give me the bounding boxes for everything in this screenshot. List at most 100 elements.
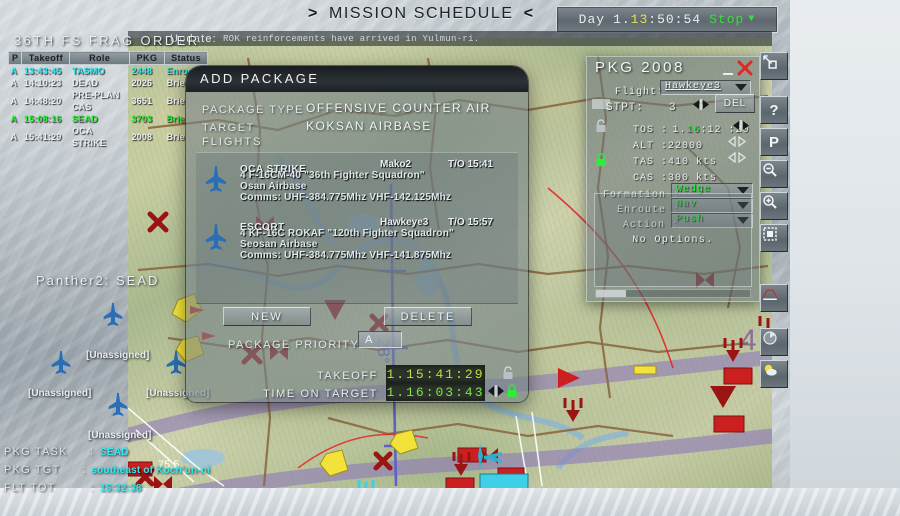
new-flight-button[interactable]: NEW: [223, 307, 311, 326]
help-glyph: ?: [769, 101, 779, 119]
frag-col-takeoff[interactable]: Takeoff: [21, 51, 71, 65]
title-right-caret: <: [523, 5, 535, 22]
frag-cell-role: TASMO: [71, 66, 105, 76]
frag-order-title: 36TH FS FRAG ORDER: [14, 33, 200, 48]
time-on-target-field[interactable]: 1.16:03:43: [386, 383, 485, 401]
table-row[interactable]: A 13:43:45 TASMO 2448 Enroute: [9, 65, 208, 78]
help-icon[interactable]: ?: [760, 96, 788, 124]
tos-stepper-icon[interactable]: [731, 120, 751, 131]
table-row[interactable]: A 15:41:29 OCA STRIKE 2008 Brie: [9, 125, 208, 149]
horizontal-scrollbar[interactable]: [595, 289, 751, 298]
frag-col-p[interactable]: P: [7, 51, 23, 65]
flight-info-key: FLT TOT: [4, 482, 56, 494]
aircraft-icon[interactable]: [100, 302, 126, 328]
frag-cell-takeoff: 13:43:45: [23, 66, 62, 76]
scrollbar-thumb[interactable]: [596, 290, 626, 297]
tos-lock-open-icon[interactable]: [595, 119, 607, 133]
aircraft-icon[interactable]: [48, 350, 74, 376]
target-value: KOKSAN AIRBASE: [306, 119, 432, 133]
clock-day: 1.: [613, 12, 631, 27]
select-area-icon[interactable]: [760, 224, 788, 252]
frag-cell-pkg: 3651: [131, 96, 153, 106]
flight-info-separator: :: [82, 464, 86, 476]
frag-cell-pkg: 2008: [131, 132, 153, 142]
table-row[interactable]: A 14:10:23 DEAD 2026 Brie: [9, 77, 208, 89]
frag-cell-pkg: 3703: [131, 114, 153, 124]
sim-clock[interactable]: Day 1.13:50:54 Stop ▼: [556, 6, 778, 33]
frag-cell-pkg: 2026: [131, 78, 153, 88]
weather-icon[interactable]: [760, 360, 788, 388]
frag-cell-p: A: [10, 96, 18, 106]
cas-label: CAS :: [633, 173, 669, 184]
zoom-out-icon[interactable]: [760, 160, 788, 188]
delete-flight-button[interactable]: DELETE: [384, 307, 472, 326]
add-package-dialog[interactable]: ADD PACKAGE PACKAGE TYPE OFFENSIVE COUNT…: [186, 66, 528, 402]
clock-hours: 13: [630, 12, 649, 27]
takeoff-time-field[interactable]: 1.15:41:29: [386, 365, 485, 383]
radar-icon[interactable]: [760, 328, 788, 356]
flight-list[interactable]: OCA STRIKE Mako2 T/O 15:41 4 F-16CM-40 "36t…: [196, 152, 518, 304]
title-text: MISSION SCHEDULE: [328, 5, 514, 22]
chevron-down-icon[interactable]: ▼: [748, 14, 755, 25]
flight-list-item[interactable]: ESCORT Hawkeye3 T/O 15:57 4 KF-16C ROKAF "1…: [196, 215, 518, 267]
tot-stepper-icon[interactable]: [487, 385, 505, 397]
flight-comms: Comms: UHF-384.775Mhz VHF-141.875Mhz: [240, 250, 452, 261]
aircraft-icon[interactable]: [105, 392, 131, 418]
flight-callsign: Hawkeye3: [380, 217, 429, 228]
map-toolbar[interactable]: ? P: [760, 52, 792, 392]
flight-info-key: PKG TGT: [4, 464, 61, 476]
stpt-stepper-icon[interactable]: [691, 99, 711, 110]
flight-selector-value: Hawkeye3: [665, 81, 722, 92]
priority-icon[interactable]: P: [760, 128, 788, 156]
flights-label: FLIGHTS: [202, 136, 263, 148]
alt-stepper-icon[interactable]: [727, 136, 747, 147]
frag-order-table[interactable]: P Takeoff Role PKG Status A 13:43:45 TASMO…: [7, 51, 208, 149]
clock-state-label[interactable]: Stop: [709, 12, 744, 27]
table-row[interactable]: A 15:08:16 SEAD 3703 Brie: [9, 113, 208, 125]
package-detail-panel[interactable]: PKG 2008 Flight: Hawkeye3 STPT: 3 DEL TO…: [586, 56, 760, 302]
frag-cell-role: PRE-PLAN CAS: [71, 90, 120, 112]
dialog-title: ADD PACKAGE: [200, 71, 320, 86]
lock-closed-icon[interactable]: [506, 384, 518, 398]
zoom-in-icon[interactable]: [760, 192, 788, 220]
frag-order-panel: 36TH FS FRAG ORDER P Takeoff Role PKG St…: [4, 33, 209, 148]
flight-info-rows: PKG TASK: SEAD PKG TGT: southeast of Koch'u…: [4, 446, 210, 500]
close-icon[interactable]: [737, 60, 753, 76]
frag-cell-takeoff: 15:41:29: [23, 132, 62, 142]
flight-info-row: FLT TOT:15:32:38: [4, 482, 210, 494]
bridge-icon[interactable]: [760, 284, 788, 312]
aircraft-icon: [205, 224, 227, 250]
flight-selector-dropdown[interactable]: Hawkeye3: [660, 80, 751, 95]
takeoff-label: TAKEOFF: [316, 370, 378, 382]
dialog-title-bar[interactable]: ADD PACKAGE: [186, 66, 528, 92]
frag-col-status[interactable]: Status: [164, 51, 208, 65]
clock-minsec: :50:54: [648, 12, 702, 27]
frag-cell-p: A: [10, 114, 18, 124]
clock-label: Day: [578, 12, 606, 27]
delete-steerpoint-button[interactable]: DEL: [715, 94, 755, 113]
flight-slot-label[interactable]: [Unassigned]: [88, 430, 151, 441]
resize-window-icon[interactable]: [760, 52, 788, 80]
flight-slot-label[interactable]: [Unassigned]: [86, 350, 149, 361]
chevron-down-icon[interactable]: [735, 84, 747, 91]
flight-slot-label[interactable]: [Unassigned]: [28, 388, 91, 399]
flight-list-item[interactable]: OCA STRIKE Mako2 T/O 15:41 4 F-16CM-40 "36t…: [196, 157, 518, 209]
frag-header-row: P Takeoff Role PKG Status: [7, 51, 208, 65]
page-title: > MISSION SCHEDULE <: [298, 5, 545, 23]
frag-col-pkg[interactable]: PKG: [128, 51, 166, 65]
tas-stepper-icon[interactable]: [727, 152, 747, 163]
minimize-icon[interactable]: [723, 67, 733, 75]
target-label: TARGET: [202, 122, 255, 134]
table-row[interactable]: A 14:48:20 PRE-PLAN CAS 3651 Brie: [9, 89, 208, 113]
selected-flight-title: Panther2: SEAD: [36, 273, 160, 288]
frag-cell-takeoff: 14:10:23: [23, 78, 62, 88]
frag-cell-role: OCA STRIKE: [71, 126, 107, 148]
package-priority-field[interactable]: A: [358, 331, 402, 348]
no-options-text: No Options.: [632, 234, 714, 246]
toolbar-gap: [760, 84, 792, 96]
frag-col-role[interactable]: Role: [69, 51, 130, 65]
flight-info-row: PKG TASK: SEAD: [4, 446, 210, 458]
tas-lock-closed-icon[interactable]: [595, 153, 607, 167]
frag-cell-takeoff: 14:48:20: [23, 96, 62, 106]
lock-open-icon[interactable]: [502, 366, 514, 380]
